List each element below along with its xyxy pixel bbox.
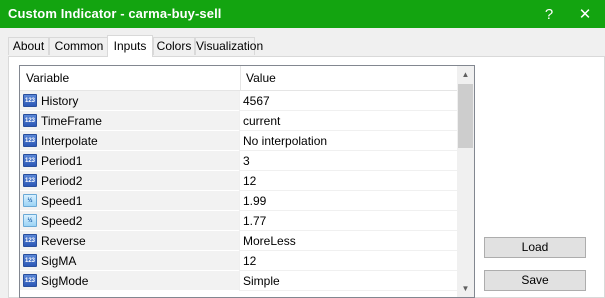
tab-colors[interactable]: Colors bbox=[153, 37, 195, 55]
variable-cell[interactable]: 123 History bbox=[20, 91, 239, 111]
close-button[interactable]: ✕ bbox=[570, 0, 600, 28]
tab-inputs[interactable]: Inputs bbox=[107, 35, 153, 57]
value-cell[interactable]: MoreLess bbox=[239, 231, 458, 251]
table-row[interactable]: 123 Reverse MoreLess bbox=[20, 231, 458, 251]
variable-cell[interactable]: ½ Speed2 bbox=[20, 211, 239, 231]
variable-cell[interactable]: 123 Reverse bbox=[20, 231, 239, 251]
variable-value: 3 bbox=[243, 154, 250, 168]
scroll-thumb[interactable] bbox=[458, 84, 473, 148]
scroll-up-arrow-icon[interactable]: ▲ bbox=[457, 66, 474, 83]
variable-name: TimeFrame bbox=[41, 114, 102, 128]
int-type-icon: 123 bbox=[23, 254, 37, 267]
value-cell[interactable]: 12 bbox=[239, 171, 458, 191]
value-cell[interactable]: No interpolation bbox=[239, 131, 458, 151]
variable-cell[interactable]: ½ Speed1 bbox=[20, 191, 239, 211]
int-type-icon: 123 bbox=[23, 134, 37, 147]
load-button[interactable]: Load bbox=[484, 237, 586, 258]
value-cell[interactable]: 4567 bbox=[239, 91, 458, 111]
int-type-icon: 123 bbox=[23, 114, 37, 127]
table-row[interactable]: 123 Period1 3 bbox=[20, 151, 458, 171]
value-cell[interactable]: 1.99 bbox=[239, 191, 458, 211]
help-button[interactable]: ? bbox=[534, 0, 564, 28]
variable-name: Speed1 bbox=[41, 194, 83, 208]
variable-cell[interactable]: 123 Period1 bbox=[20, 151, 239, 171]
variable-value: MoreLess bbox=[243, 234, 296, 248]
double-type-icon: ½ bbox=[23, 214, 37, 227]
table-row[interactable]: ½ Speed1 1.99 bbox=[20, 191, 458, 211]
tab-about[interactable]: About bbox=[8, 37, 49, 55]
variable-value: 12 bbox=[243, 254, 257, 268]
table-row[interactable]: 123 SigMode Simple bbox=[20, 271, 458, 291]
int-type-icon: 123 bbox=[23, 174, 37, 187]
value-cell[interactable]: 3 bbox=[239, 151, 458, 171]
table-header: Variable Value bbox=[20, 66, 457, 91]
variable-cell[interactable]: 123 Interpolate bbox=[20, 131, 239, 151]
window-title: Custom Indicator - carma-buy-sell bbox=[8, 6, 222, 21]
column-header-value[interactable]: Value bbox=[240, 66, 276, 90]
variable-cell[interactable]: 123 TimeFrame bbox=[20, 111, 239, 131]
vertical-scrollbar[interactable]: ▲ ▼ bbox=[457, 66, 474, 297]
value-cell[interactable]: current bbox=[239, 111, 458, 131]
variable-value: 4567 bbox=[243, 94, 270, 108]
tab-visualization[interactable]: Visualization bbox=[195, 37, 263, 55]
int-type-icon: 123 bbox=[23, 234, 37, 247]
table-row[interactable]: 123 SigMA 12 bbox=[20, 251, 458, 271]
variable-name: Reverse bbox=[41, 234, 86, 248]
variable-cell[interactable]: 123 SigMode bbox=[20, 271, 239, 291]
variable-value: 12 bbox=[243, 174, 257, 188]
scroll-down-arrow-icon[interactable]: ▼ bbox=[457, 280, 474, 297]
variable-name: SigMode bbox=[41, 274, 89, 288]
variable-name: Interpolate bbox=[41, 134, 98, 148]
save-button[interactable]: Save bbox=[484, 270, 586, 291]
variable-name: History bbox=[41, 94, 79, 108]
int-type-icon: 123 bbox=[23, 154, 37, 167]
int-type-icon: 123 bbox=[23, 274, 37, 287]
variable-value: 1.77 bbox=[243, 214, 267, 228]
variable-value: 1.99 bbox=[243, 194, 267, 208]
variable-name: Period2 bbox=[41, 174, 83, 188]
column-header-variable[interactable]: Variable bbox=[26, 71, 69, 85]
inputs-table[interactable]: Variable Value 123 History 4567 123 Time… bbox=[19, 65, 475, 298]
variable-value: current bbox=[243, 114, 281, 128]
title-bar: Custom Indicator - carma-buy-sell ? ✕ bbox=[0, 0, 605, 28]
variable-value: Simple bbox=[243, 274, 280, 288]
tab-common[interactable]: Common bbox=[49, 37, 109, 55]
variable-name: SigMA bbox=[41, 254, 77, 268]
int-type-icon: 123 bbox=[23, 94, 37, 107]
variable-cell[interactable]: 123 Period2 bbox=[20, 171, 239, 191]
double-type-icon: ½ bbox=[23, 194, 37, 207]
value-cell[interactable]: 12 bbox=[239, 251, 458, 271]
table-row[interactable]: 123 Interpolate No interpolation bbox=[20, 131, 458, 151]
value-cell[interactable]: Simple bbox=[239, 271, 458, 291]
table-row[interactable]: 123 Period2 12 bbox=[20, 171, 458, 191]
variable-value: No interpolation bbox=[243, 134, 328, 148]
variable-cell[interactable]: 123 SigMA bbox=[20, 251, 239, 271]
variable-name: Speed2 bbox=[41, 214, 83, 228]
variable-name: Period1 bbox=[41, 154, 83, 168]
table-row[interactable]: 123 History 4567 bbox=[20, 91, 458, 111]
value-cell[interactable]: 1.77 bbox=[239, 211, 458, 231]
table-row[interactable]: 123 TimeFrame current bbox=[20, 111, 458, 131]
table-row[interactable]: ½ Speed2 1.77 bbox=[20, 211, 458, 231]
